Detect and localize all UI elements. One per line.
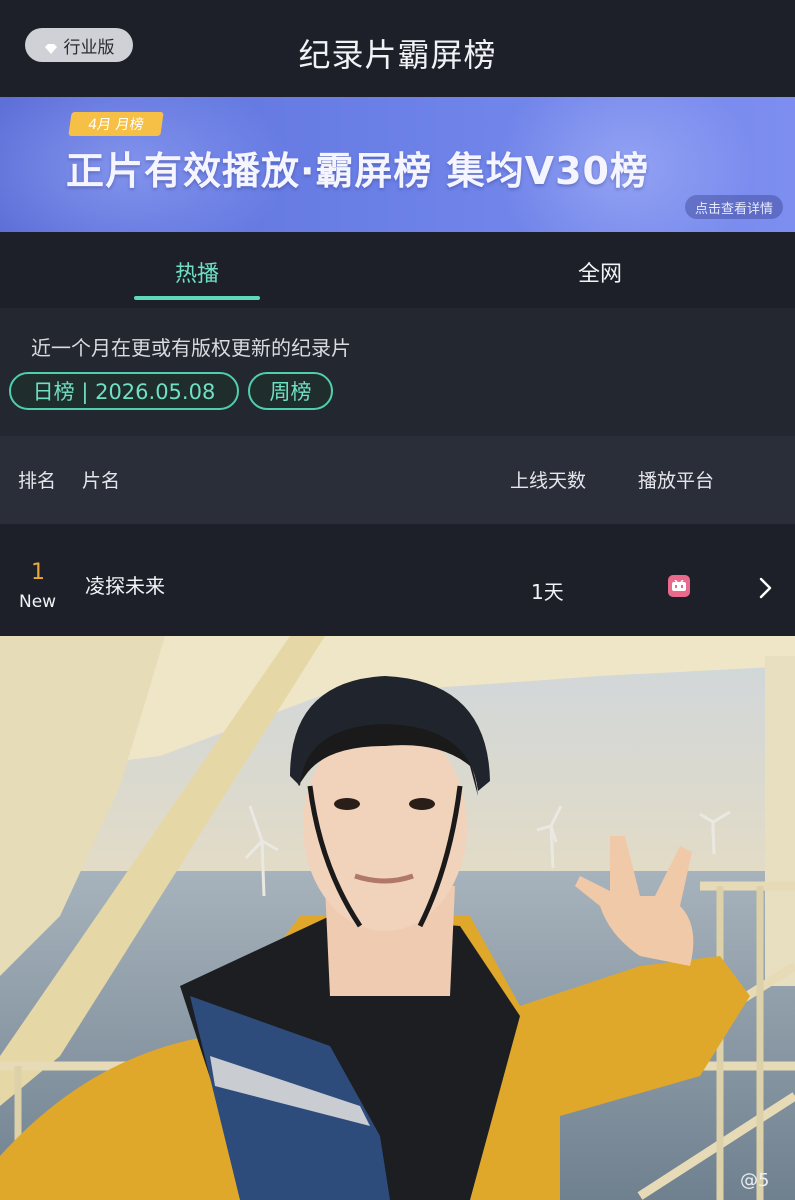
banner-title: 正片有效播放·霸屏榜 集均V30榜 (66, 149, 649, 193)
documentary-title[interactable]: 凌探未来 (85, 570, 165, 599)
month-tag-label: 4月 月榜 (87, 117, 145, 133)
watermark: @5 (740, 1170, 770, 1191)
tab-bar: 热播 全网 (0, 232, 795, 308)
bilibili-icon (668, 575, 690, 597)
daily-ranking-pill[interactable]: 日榜 | 2026.05.08 (9, 372, 239, 410)
rank-number: 1 (31, 560, 45, 585)
column-rank: 排名 (18, 470, 57, 492)
online-days: 1天 (531, 580, 564, 604)
list-description: 近一个月在更或有版权更新的纪录片 (31, 336, 351, 360)
new-badge: New (19, 592, 57, 612)
tab-hot[interactable]: 热播 (134, 256, 260, 288)
active-tab-indicator (134, 296, 260, 300)
weekly-ranking-pill[interactable]: 周榜 (248, 372, 333, 410)
app-header: 行业版 纪录片霸屏榜 (0, 0, 795, 97)
selfie-photo (0, 636, 795, 1200)
month-tag: 4月 月榜 (68, 112, 164, 136)
chevron-right-icon[interactable] (756, 575, 776, 601)
view-details-button[interactable]: 点击查看详情 (684, 195, 783, 219)
column-platform: 播放平台 (638, 470, 715, 492)
tab-all-network[interactable]: 全网 (537, 256, 663, 288)
column-days: 上线天数 (510, 470, 587, 492)
page-title: 纪录片霸屏榜 (298, 36, 497, 74)
column-name: 片名 (82, 470, 121, 492)
